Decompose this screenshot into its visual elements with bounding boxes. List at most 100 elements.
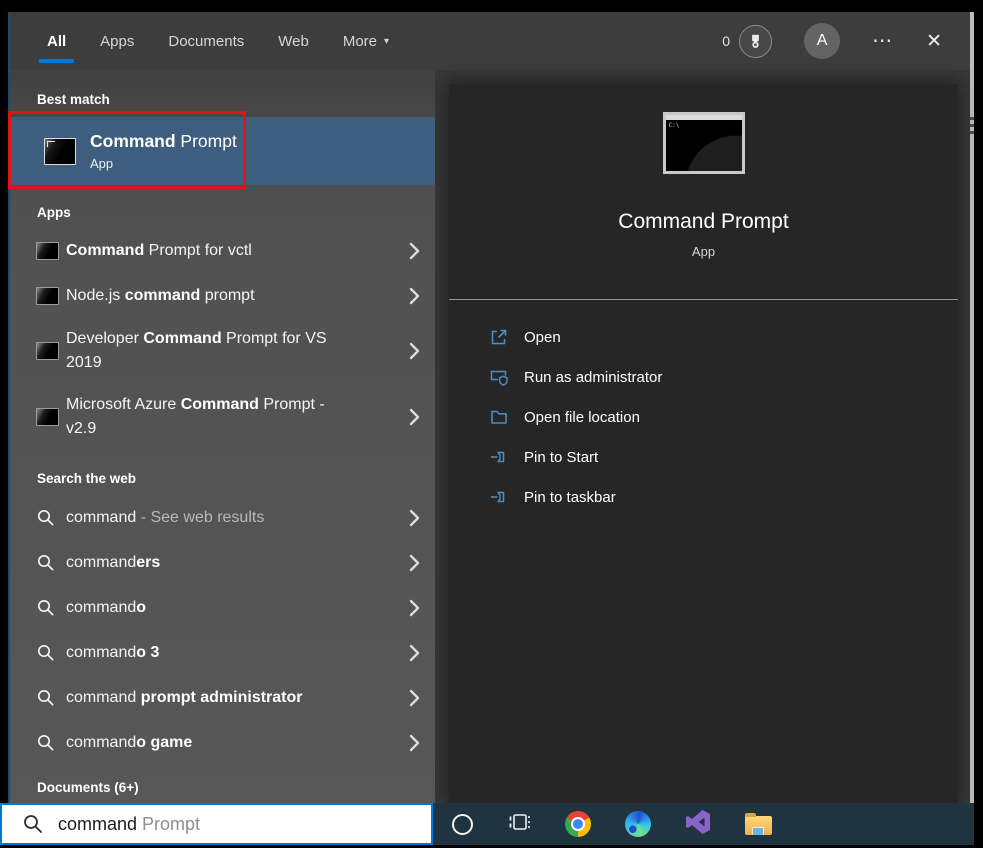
chevron-right-icon[interactable]	[409, 342, 420, 360]
section-header-best-match: Best match	[10, 70, 435, 117]
result-label: command prompt administrator	[66, 686, 303, 710]
search-icon	[36, 508, 66, 528]
tab-apps[interactable]: Apps	[100, 12, 134, 70]
chevron-right-icon[interactable]	[409, 509, 420, 527]
chrome-icon[interactable]	[565, 811, 591, 837]
rewards-button[interactable]: 0	[722, 25, 772, 58]
icon-prompt-text: C:\	[669, 122, 680, 129]
action-run-as-administrator[interactable]: Run as administrator	[489, 357, 958, 397]
preview-app-title: Command Prompt	[618, 210, 788, 234]
more-options-icon[interactable]: ⋯	[872, 31, 894, 51]
result-text-segment: command	[66, 599, 136, 616]
result-text-segment: command	[66, 554, 136, 571]
chevron-right-icon[interactable]	[409, 599, 420, 617]
result-label: Node.js command prompt	[66, 284, 255, 308]
action-label: Pin to taskbar	[524, 489, 616, 506]
web-search-row[interactable]: command prompt administrator	[10, 675, 435, 720]
search-window: All Apps Documents Web More▾ 0 A ⋯ ✕	[8, 12, 974, 845]
best-match-title-bold: Command	[90, 131, 176, 151]
web-result-list: command - See web results commanders com…	[10, 495, 435, 765]
edge-icon[interactable]	[625, 811, 651, 837]
open-file-location-icon	[489, 407, 509, 427]
result-text-segment: command	[66, 689, 141, 706]
close-icon[interactable]: ✕	[926, 32, 942, 51]
result-text-segment: Microsoft Azure	[66, 396, 181, 413]
preview-pane: C:\ Command Prompt App Open Run as admin…	[449, 84, 958, 805]
web-search-row[interactable]: commando game	[10, 720, 435, 765]
terminal-icon	[36, 342, 66, 360]
result-text-segment: Command	[181, 396, 259, 413]
header-right-cluster: 0 A ⋯ ✕	[722, 12, 970, 70]
cortana-icon[interactable]	[452, 814, 473, 835]
search-typed-text: command	[58, 814, 137, 834]
rewards-count: 0	[722, 33, 730, 49]
terminal-icon	[36, 287, 66, 305]
rewards-medal-icon	[739, 25, 772, 58]
result-text-segment: - See web results	[141, 509, 265, 526]
web-search-row[interactable]: commando	[10, 585, 435, 630]
web-search-row[interactable]: commanders	[10, 540, 435, 585]
taskbar	[433, 803, 974, 845]
section-header-apps: Apps	[10, 185, 435, 228]
result-text-segment: prompt administrator	[141, 689, 303, 706]
web-search-row[interactable]: commando 3	[10, 630, 435, 675]
tab-web[interactable]: Web	[278, 12, 309, 70]
task-view-icon[interactable]	[507, 810, 531, 839]
chevron-right-icon[interactable]	[409, 689, 420, 707]
action-label: Pin to Start	[524, 449, 598, 466]
search-icon	[36, 733, 66, 753]
result-label: Developer Command Prompt for VS 2019	[66, 327, 348, 375]
avatar[interactable]: A	[804, 23, 840, 59]
result-text-segment: Command	[143, 330, 221, 347]
search-input[interactable]: command Prompt	[0, 803, 433, 845]
result-label: command - See web results	[66, 506, 264, 530]
chevron-right-icon[interactable]	[409, 408, 420, 426]
search-icon	[36, 643, 66, 663]
chevron-right-icon[interactable]	[409, 554, 420, 572]
result-text-segment: command	[66, 644, 136, 661]
chevron-right-icon[interactable]	[409, 242, 420, 260]
result-text-segment: Command	[66, 242, 144, 259]
command-prompt-app-icon: C:\	[663, 112, 745, 174]
result-text-segment: Developer	[66, 330, 143, 347]
visual-studio-icon[interactable]	[685, 809, 711, 840]
action-open[interactable]: Open	[489, 317, 958, 357]
action-pin-to-taskbar[interactable]: Pin to taskbar	[489, 477, 958, 517]
result-text-segment: command	[125, 287, 201, 304]
app-result-row[interactable]: Microsoft Azure Command Prompt - v2.9	[10, 384, 435, 450]
best-match-title-rest: Prompt	[176, 131, 237, 151]
tab-all[interactable]: All	[47, 12, 66, 70]
action-label: Run as administrator	[524, 369, 662, 386]
section-header-documents: Documents (6+)	[10, 765, 435, 805]
result-text-segment: command	[66, 734, 136, 751]
action-open-file-location[interactable]: Open file location	[489, 397, 958, 437]
action-label: Open	[524, 329, 561, 346]
tab-more-label: More	[343, 33, 377, 50]
chevron-right-icon[interactable]	[409, 287, 420, 305]
open-icon	[489, 327, 509, 347]
app-result-row[interactable]: Node.js command prompt	[10, 273, 435, 318]
chevron-right-icon[interactable]	[409, 734, 420, 752]
search-filter-bar: All Apps Documents Web More▾ 0 A ⋯ ✕	[10, 12, 970, 70]
chevron-right-icon[interactable]	[409, 644, 420, 662]
action-list: Open Run as administrator Open file loca…	[449, 300, 958, 517]
tab-more[interactable]: More▾	[343, 12, 389, 70]
results-panel: Best match Command Prompt App Apps Comma…	[10, 70, 435, 805]
result-text-segment: Prompt for vctl	[144, 242, 252, 259]
app-result-row[interactable]: Command Prompt for vctl	[10, 228, 435, 273]
result-label: Microsoft Azure Command Prompt - v2.9	[66, 393, 348, 441]
action-pin-to-start[interactable]: Pin to Start	[489, 437, 958, 477]
search-suggestion-text: Prompt	[137, 814, 200, 834]
file-explorer-icon[interactable]	[745, 816, 772, 835]
search-icon	[36, 553, 66, 573]
scrollbar[interactable]	[970, 117, 974, 134]
icon-body: C:\	[666, 120, 742, 171]
tab-documents[interactable]: Documents	[168, 12, 244, 70]
best-match-result[interactable]: Command Prompt App	[10, 117, 435, 185]
search-icon	[36, 688, 66, 708]
app-result-row[interactable]: Developer Command Prompt for VS 2019	[10, 318, 435, 384]
result-label: commando game	[66, 731, 192, 755]
web-search-row[interactable]: command - See web results	[10, 495, 435, 540]
terminal-icon	[36, 408, 66, 426]
result-text-segment: ers	[136, 554, 160, 571]
